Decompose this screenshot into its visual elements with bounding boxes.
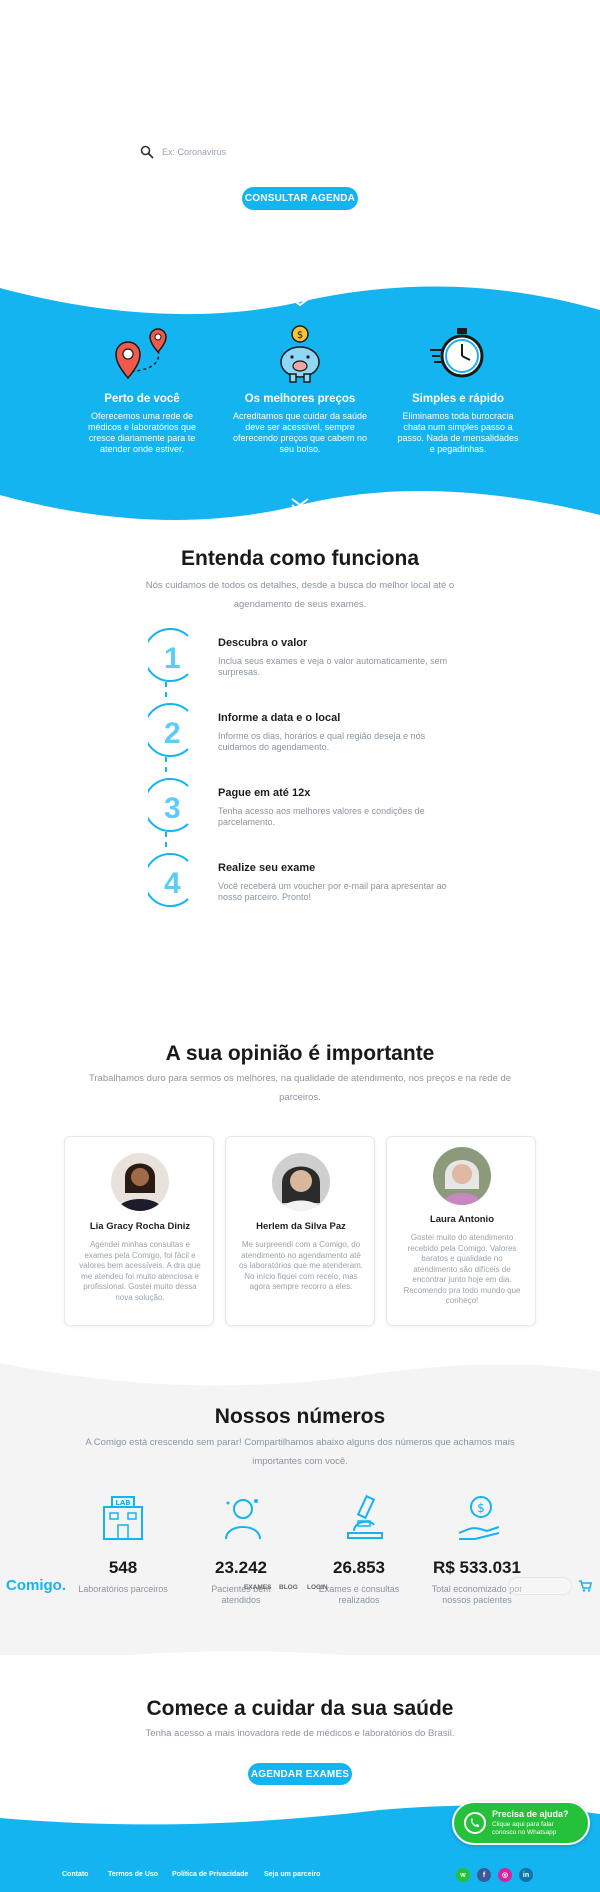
- numbers-subtitle-line: importantes com você.: [252, 1456, 348, 1467]
- testimonial-name: Laura Antonio: [429, 1214, 495, 1225]
- footer-link-termos[interactable]: Termos de Uso: [108, 1871, 158, 1878]
- instagram-icon[interactable]: ◎: [498, 1868, 512, 1882]
- numbers-subtitle-line: A Comigo está crescendo sem parar! Compa…: [85, 1437, 515, 1448]
- search-icon: [140, 145, 154, 159]
- step-title: Informe a data e o local: [218, 712, 341, 724]
- agendar-exames-button[interactable]: AGENDAR EXAMES: [248, 1763, 352, 1785]
- chevron-down-icon[interactable]: [290, 497, 310, 513]
- how-subtitle: Nós cuidamos de todos os detalhes, desde…: [60, 576, 540, 614]
- step-title: Descubra o valor: [218, 637, 308, 649]
- how-subtitle-line: agendamento de seus exames.: [233, 599, 367, 610]
- map-pins-icon: [115, 328, 167, 380]
- section-divider: [0, 1651, 600, 1680]
- nav-link-blog[interactable]: BLOG: [279, 1584, 298, 1591]
- step-item: Descubra o valor Inclua seus exames e ve…: [218, 637, 448, 678]
- testimonial-text: Gostei muito do atendimento recebido pel…: [403, 1233, 521, 1305]
- feature-precos: Os melhores preços Acreditamos que cuida…: [210, 393, 390, 455]
- opinion-subtitle-line: Trabalhamos duro para sermos os melhores…: [88, 1073, 512, 1084]
- numbers-subtitle: A Comigo está crescendo sem parar! Compa…: [60, 1433, 540, 1471]
- step-number: 3: [164, 792, 181, 825]
- step-number: 4: [164, 867, 181, 900]
- step-item: Pague em até 12x Tenha acesso aos melhor…: [218, 787, 448, 828]
- nav-link-exames[interactable]: EXAMES: [244, 1584, 271, 1591]
- svg-text:LAB: LAB: [115, 1499, 130, 1507]
- numbers-title: Nossos números: [214, 1405, 386, 1428]
- opinion-subtitle: Trabalhamos duro para sermos os melhores…: [60, 1069, 540, 1107]
- feature-text: Eliminamos toda burocracia chata num sim…: [397, 411, 519, 454]
- opinion-title: A sua opinião é importante: [165, 1042, 435, 1065]
- testimonial-text: Agendei minhas consultas e exames pela C…: [79, 1240, 201, 1302]
- piggy-bank-icon: $: [280, 325, 320, 383]
- consultar-agenda-button[interactable]: CONSULTAR AGENDA: [242, 187, 358, 210]
- microscope-icon: [347, 1494, 383, 1539]
- stopwatch-icon: [430, 328, 484, 378]
- whatsapp-icon: [464, 1812, 486, 1834]
- testimonial-name: Herlem da Silva Paz: [256, 1221, 346, 1232]
- step-item: Informe a data e o local Informe os dias…: [218, 712, 448, 753]
- numbers-band-background: [0, 1363, 600, 1655]
- feature-perto: Perto de você Oferecemos uma rede de méd…: [52, 393, 232, 455]
- feature-title: Simples e rápido: [411, 393, 505, 405]
- laboratory-icon: LAB: [103, 1496, 143, 1540]
- how-title: Entenda como funciona: [180, 547, 419, 570]
- step-description: Inclua seus exames e veja o valor automa…: [218, 656, 448, 677]
- step-description: Informe os dias, horários e qual região …: [218, 731, 426, 752]
- how-subtitle-line: Nós cuidamos de todos os detalhes, desde…: [145, 580, 455, 591]
- feature-title: Perto de você: [104, 393, 180, 405]
- step-item: Realize seu exame Você receberá um vouch…: [218, 862, 448, 903]
- svg-text:$: $: [297, 330, 303, 341]
- facebook-icon[interactable]: f: [477, 1868, 491, 1882]
- chevron-down-icon[interactable]: [290, 291, 310, 307]
- step-number: 1: [164, 642, 181, 675]
- testimonial-card: Lia Gracy Rocha Diniz Agendei minhas con…: [64, 1136, 214, 1326]
- whatsapp-help-button[interactable]: Precisa de ajuda? Clique aqui para falar…: [452, 1801, 590, 1845]
- footer-link-parceiro[interactable]: Seja um parceiro: [264, 1871, 320, 1878]
- avatar: [272, 1153, 330, 1211]
- testimonial-text: Me surpreendi com a Comigo, do atendimen…: [238, 1240, 364, 1291]
- nav-link-login[interactable]: LOGIN: [307, 1584, 328, 1591]
- footer-link-privacidade[interactable]: Política de Privacidade: [172, 1871, 248, 1878]
- step-title: Realize seu exame: [218, 862, 316, 874]
- nav-search-pill[interactable]: [508, 1577, 572, 1595]
- money-hand-icon: $: [458, 1496, 500, 1540]
- step-description: Tenha acesso aos melhores valores e cond…: [218, 806, 425, 827]
- patient-icon: [225, 1499, 261, 1540]
- step-description: Você receberá um voucher por e-mail para…: [218, 881, 447, 902]
- cta-subtitle: Tenha acesso a mais inovadora rede de mé…: [145, 1728, 455, 1739]
- linkedin-icon[interactable]: in: [519, 1868, 533, 1882]
- stat-value: R$ 533.031: [433, 1558, 521, 1577]
- footer-link-contato[interactable]: Contato: [62, 1871, 88, 1878]
- testimonial-card: Herlem da Silva Paz Me surpreendi com a …: [225, 1136, 375, 1326]
- cart-icon[interactable]: [578, 1580, 592, 1592]
- feature-simples: Simples e rápido Eliminamos toda burocra…: [368, 393, 548, 455]
- feature-text: Acreditamos que cuidar da saúde deve ser…: [232, 411, 368, 454]
- whatsapp-social-icon[interactable]: w: [456, 1868, 470, 1882]
- svg-text:$: $: [477, 1501, 485, 1515]
- step-number: 2: [164, 717, 181, 750]
- avatar: [111, 1153, 169, 1211]
- testimonial-card: Laura Antonio Gostei muito do atendiment…: [386, 1136, 536, 1326]
- avatar: [433, 1147, 491, 1205]
- step-title: Pague em até 12x: [218, 787, 311, 799]
- cta-title: Comece a cuidar da sua saúde: [146, 1697, 454, 1720]
- feature-text: Oferecemos uma rede de médicos e laborat…: [87, 411, 197, 454]
- logo[interactable]: Comigo.: [6, 1577, 66, 1594]
- feature-title: Os melhores preços: [244, 393, 356, 405]
- testimonial-name: Lia Gracy Rocha Diniz: [89, 1221, 191, 1232]
- whatsapp-line: Clique aqui para falar: [492, 1821, 554, 1828]
- opinion-subtitle-line: parceiros.: [279, 1092, 321, 1103]
- search-bar[interactable]: [140, 142, 460, 162]
- whatsapp-line: conosco no Whatsapp: [492, 1829, 557, 1836]
- search-input[interactable]: [162, 147, 422, 157]
- whatsapp-title: Precisa de ajuda?: [492, 1809, 569, 1819]
